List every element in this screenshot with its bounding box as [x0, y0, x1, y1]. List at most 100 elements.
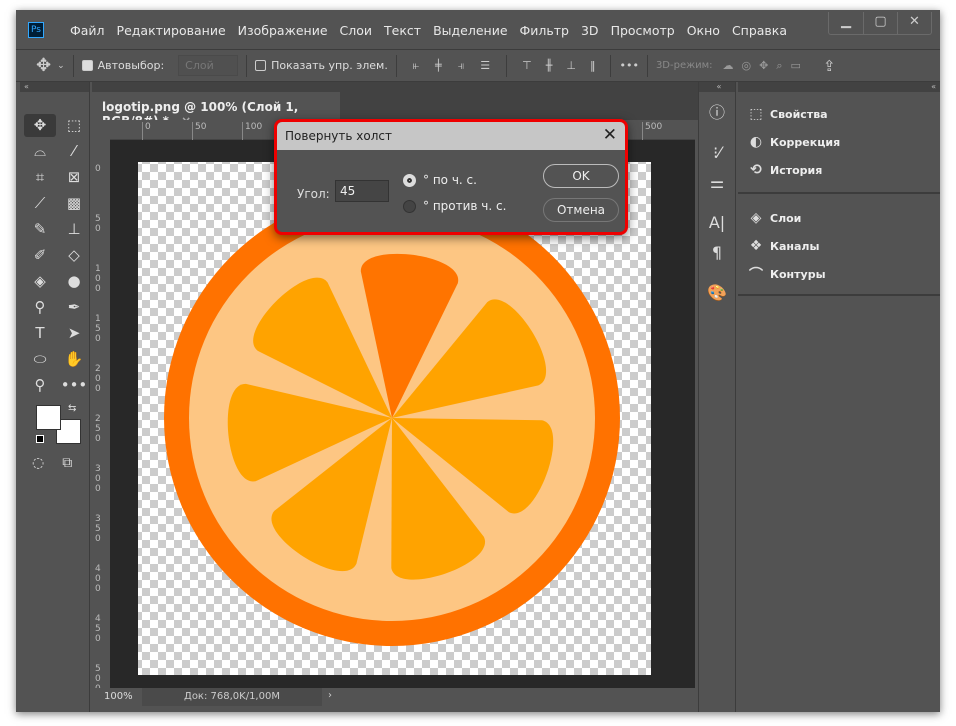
chevron-down-icon[interactable]: ⌄	[57, 61, 65, 71]
type-tool-icon[interactable]: T	[24, 322, 56, 345]
collapse-icon[interactable]: «	[738, 82, 940, 92]
healing-brush-icon[interactable]: ▩	[58, 192, 90, 215]
dialog-close-icon[interactable]: ✕	[603, 125, 617, 145]
menu-view[interactable]: Просмотр	[605, 23, 681, 38]
align-top-icon[interactable]: ⊤	[522, 59, 532, 72]
eraser-tool-icon[interactable]: ◇	[58, 244, 90, 267]
character-icon[interactable]: A|	[699, 208, 735, 238]
panel-history[interactable]: ⟲ История	[738, 156, 940, 184]
angle-input[interactable]	[335, 180, 389, 202]
pen-tool-icon[interactable]: ✒	[58, 296, 90, 319]
divider	[610, 54, 612, 77]
info-icon[interactable]: ⓘ	[699, 98, 735, 128]
paragraph-icon[interactable]: ¶	[699, 238, 735, 268]
3d-zoom-icon[interactable]: ⌕	[776, 59, 782, 73]
brush-settings-icon[interactable]: ⁝⁄	[699, 138, 735, 168]
3d-roll-icon[interactable]: ◎	[742, 59, 752, 72]
panel-label: Каналы	[770, 239, 820, 253]
collapse-icon[interactable]: «	[20, 82, 89, 92]
magic-wand-icon[interactable]: ⁄	[58, 140, 90, 163]
swap-colors-icon[interactable]: ⇆	[68, 403, 76, 414]
stamp-tool-icon[interactable]: ⊥	[58, 218, 90, 241]
align-bottom-icon[interactable]: ⊥	[566, 59, 576, 72]
divider	[646, 54, 648, 77]
3d-mode-label: 3D-режим:	[655, 60, 713, 71]
menu-window[interactable]: Окно	[681, 23, 726, 38]
frame-tool-icon[interactable]: ⊠	[58, 166, 90, 189]
minimize-icon[interactable]: ▁	[829, 12, 863, 34]
3d-pan-icon[interactable]: ✥	[759, 59, 768, 72]
panel-paths[interactable]: ⌒ Контуры	[738, 260, 940, 288]
dodge-tool-icon[interactable]: ⚲	[24, 296, 56, 319]
counterclockwise-radio[interactable]	[403, 200, 416, 213]
menu-3d[interactable]: 3D	[575, 23, 605, 38]
layer-select[interactable]: Слой	[178, 55, 239, 76]
panel-label: Слои	[770, 211, 802, 225]
move-tool-icon[interactable]: ✥	[36, 55, 51, 76]
quick-mask-icon[interactable]: ◌	[32, 455, 44, 471]
panel-layers[interactable]: ◈ Слои	[738, 204, 940, 232]
ps-logo: Ps	[28, 22, 44, 38]
path-select-icon[interactable]: ➤	[58, 322, 90, 345]
distribute-v-icon[interactable]: ‖	[590, 59, 596, 72]
auto-select-label: Автовыбор:	[97, 59, 165, 72]
3d-camera-icon[interactable]: ▭	[791, 59, 801, 72]
more-tools-icon[interactable]: •••	[58, 374, 90, 397]
screen-mode-icon[interactable]: ⧉	[62, 455, 72, 471]
move-tool-icon[interactable]: ✥	[24, 114, 56, 137]
align-vcenter-icon[interactable]: ╫	[546, 59, 553, 72]
menu-layers[interactable]: Слои	[334, 23, 379, 38]
tools-panel: « ✥ ⬚ ⌓ ⁄ ⌗ ⊠ ⟋ ▩ ✎ ⊥ ✐ ◇ ◈ ● ⚲ ✒ T ➤ ⬭ …	[20, 82, 90, 712]
more-options-button[interactable]: •••	[619, 59, 638, 72]
lasso-tool-icon[interactable]: ⌓	[24, 140, 56, 163]
ruler-label: 50	[192, 122, 206, 140]
menu-help[interactable]: Справка	[726, 23, 793, 38]
ruler-label: 500	[642, 122, 662, 140]
zoom-level[interactable]: 100%	[104, 691, 133, 702]
menu-file[interactable]: Файл	[64, 23, 111, 38]
zoom-tool-icon[interactable]: ⚲	[24, 374, 56, 397]
brush-presets-icon[interactable]: ⚌	[699, 168, 735, 198]
collapse-icon[interactable]: «	[699, 82, 735, 92]
align-left-icon[interactable]: ⫦	[413, 59, 419, 73]
3d-orbit-icon[interactable]: ☁	[723, 59, 734, 72]
panel-properties[interactable]: ⬚ Свойства	[738, 100, 940, 128]
align-right-icon[interactable]: ⫣	[458, 59, 465, 73]
eyedropper-icon[interactable]: ⟋	[24, 192, 56, 215]
menu-select[interactable]: Выделение	[427, 23, 513, 38]
document-tab[interactable]: logotip.png @ 100% (Слой 1, RGB/8#) * ×	[92, 82, 340, 128]
clockwise-radio[interactable]	[403, 174, 416, 187]
status-menu-arrow[interactable]: ›	[328, 690, 332, 701]
panel-adjustments[interactable]: ◐ Коррекция	[738, 128, 940, 156]
cancel-button[interactable]: Отмена	[543, 198, 619, 222]
hand-tool-icon[interactable]: ✋	[58, 348, 90, 371]
share-icon[interactable]: ⇪	[823, 57, 836, 75]
menu-image[interactable]: Изображение	[232, 23, 334, 38]
default-colors-icon[interactable]	[36, 435, 44, 443]
show-transform-checkbox[interactable]	[255, 60, 267, 71]
maximize-icon[interactable]: ▢	[863, 12, 897, 34]
paint-bucket-icon[interactable]: ◈	[24, 270, 56, 293]
panel-label: История	[770, 163, 823, 177]
divider	[246, 54, 248, 77]
foreground-color-swatch[interactable]	[36, 405, 61, 430]
marquee-tool-icon[interactable]: ⬚	[58, 114, 90, 137]
ok-button[interactable]: OK	[543, 164, 619, 188]
blur-tool-icon[interactable]: ●	[58, 270, 90, 293]
align-hcenter-icon[interactable]: ╪	[435, 59, 442, 72]
brush-tool-icon[interactable]: ✎	[24, 218, 56, 241]
tab-bar	[340, 92, 698, 120]
crop-tool-icon[interactable]: ⌗	[24, 166, 56, 189]
swatches-palette-icon[interactable]: 🎨	[699, 278, 735, 308]
panel-channels[interactable]: ❖ Каналы	[738, 232, 940, 260]
auto-select-checkbox[interactable]	[81, 60, 93, 71]
doc-info: Док: 768,0K/1,00M	[142, 688, 322, 706]
history-brush-icon[interactable]: ✐	[24, 244, 56, 267]
ruler-label: 50	[95, 214, 101, 234]
menu-filter[interactable]: Фильтр	[514, 23, 575, 38]
close-icon[interactable]: ✕	[897, 12, 931, 34]
menu-edit[interactable]: Редактирование	[111, 23, 232, 38]
menu-type[interactable]: Текст	[378, 23, 427, 38]
ellipse-tool-icon[interactable]: ⬭	[24, 348, 56, 371]
distribute-icon[interactable]: ☰	[480, 59, 490, 72]
